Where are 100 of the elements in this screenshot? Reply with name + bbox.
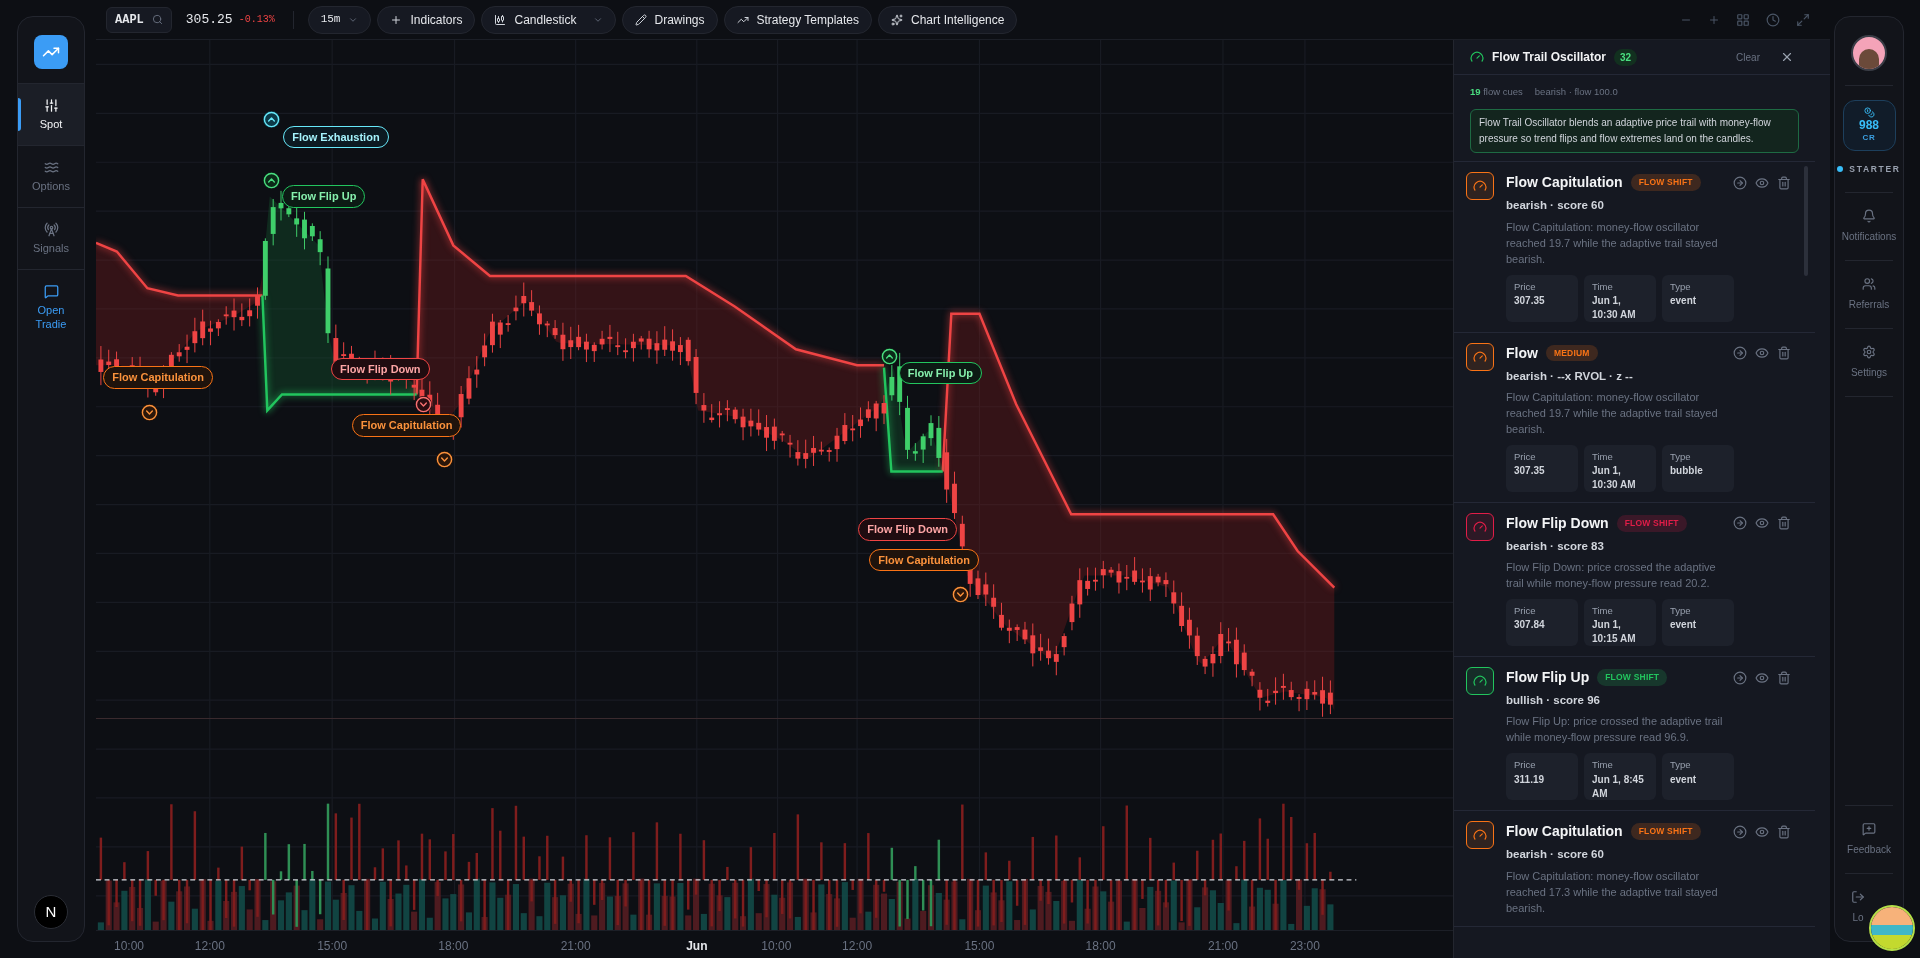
toolbar-icon xyxy=(494,13,507,26)
signal-meta: bearish · score 60 xyxy=(1506,198,1605,214)
gauge-icon xyxy=(1473,828,1487,843)
eye-icon[interactable] xyxy=(1755,516,1769,531)
stat-value: 307.35 xyxy=(1514,464,1546,478)
cue-summary: 19 flow cues xyxy=(1470,85,1523,99)
time-axis-label: 21:00 xyxy=(1207,938,1238,955)
time-axis-label: 15:00 xyxy=(964,938,995,955)
signal-label: Flow Flip Up xyxy=(282,185,366,208)
eye-icon[interactable] xyxy=(1755,670,1769,685)
avatar-badge[interactable]: N xyxy=(34,895,68,929)
stat-value: Jun 1, 10:30 AM xyxy=(1592,293,1637,322)
eye-icon[interactable] xyxy=(1755,346,1769,360)
go-to-icon[interactable] xyxy=(1733,516,1747,531)
signal-tag: MEDIUM xyxy=(1545,344,1598,362)
signal-tag: FLOW SHIFT xyxy=(1616,514,1687,532)
time-axis-label: 21:00 xyxy=(560,938,591,955)
rail-nav-item[interactable]: Notifications xyxy=(1841,208,1897,244)
close-icon[interactable] xyxy=(1780,50,1794,64)
nav-item[interactable]: Open Tradie xyxy=(18,270,84,345)
time-axis-label: 15:00 xyxy=(317,938,348,955)
clear-button[interactable]: Clear xyxy=(1736,49,1760,65)
time-axis-label: 12:00 xyxy=(842,938,873,955)
up-chevron-icon xyxy=(262,172,280,190)
nav-icon xyxy=(1851,890,1865,904)
signal-description: Flow Capitulation: money-flow oscillator reached 19.7 while the adaptive trail stayed bearish. xyxy=(1506,219,1719,267)
go-to-icon[interactable] xyxy=(1733,346,1747,360)
stat-label: Time xyxy=(1592,279,1614,294)
nav-item[interactable]: Signals xyxy=(18,208,84,269)
beach-sticker-drawing xyxy=(1869,905,1915,951)
signal-meta: bearish · score 83 xyxy=(1506,538,1605,554)
rail-nav-item[interactable]: Lo xyxy=(1851,890,1865,925)
grid-icon[interactable] xyxy=(1736,12,1750,27)
eye-icon[interactable] xyxy=(1755,824,1769,839)
rail-nav-item[interactable]: Feedback xyxy=(1847,822,1891,857)
toolbar-icon xyxy=(891,13,904,26)
stat-label: Time xyxy=(1592,604,1614,618)
time-axis-label: 18:00 xyxy=(1085,938,1116,955)
nav-icon xyxy=(43,284,59,299)
signal-meta: bullish · score 96 xyxy=(1506,693,1601,708)
nav-icon xyxy=(1862,208,1876,223)
delete-icon[interactable] xyxy=(1777,670,1791,685)
active-indicator xyxy=(18,98,21,131)
gauge-icon xyxy=(1470,50,1484,64)
symbol-search-field[interactable]: AAPL xyxy=(106,6,172,33)
time-axis-label: 10:00 xyxy=(761,938,792,955)
gauge-icon xyxy=(1473,519,1487,534)
signal-label: Flow Capitulation xyxy=(869,548,979,572)
up-chevron-icon xyxy=(880,348,898,366)
expand-icon[interactable] xyxy=(1796,12,1810,27)
timeframe-dropdown[interactable]: 15m xyxy=(307,5,372,34)
stat-label: Type xyxy=(1670,604,1692,618)
stat-label: Price xyxy=(1514,279,1537,294)
signal-meta: bearish · --x RVOL · z -- xyxy=(1506,368,1634,384)
nav-icon xyxy=(1862,276,1876,291)
go-to-icon[interactable] xyxy=(1733,175,1747,190)
toolbar-button[interactable]: Drawings xyxy=(621,5,718,34)
stat-value: Jun 1, 10:15 AM xyxy=(1592,618,1637,647)
signal-label: Flow Flip Down xyxy=(858,518,957,541)
stat-label: Time xyxy=(1592,758,1614,773)
description-callout: Flow Trail Oscillator blends an adaptive price trail with money-flow pressure so trend flips and flow extremes land on the candles. xyxy=(1470,109,1799,154)
rail-nav-item[interactable]: Settings xyxy=(1850,344,1888,380)
go-to-icon[interactable] xyxy=(1733,670,1747,685)
price-change: -0.13% xyxy=(238,13,275,27)
eye-icon[interactable] xyxy=(1755,175,1769,190)
down-chevron-icon xyxy=(435,450,453,468)
time-axis-label: 10:00 xyxy=(114,938,145,955)
gauge-icon xyxy=(1473,674,1487,688)
stat-label: Type xyxy=(1670,449,1692,464)
stat-label: Price xyxy=(1514,758,1537,773)
nav-icon xyxy=(1862,344,1876,359)
toolbar-button[interactable]: Candlestick xyxy=(481,5,616,34)
toolbar-button[interactable]: Strategy Templates xyxy=(723,5,873,34)
nav-icon xyxy=(1862,822,1876,836)
toolbar-button[interactable]: Chart Intelligence xyxy=(878,5,1018,34)
delete-icon[interactable] xyxy=(1777,346,1791,360)
go-to-icon[interactable] xyxy=(1733,824,1747,839)
time-axis-label: Jun xyxy=(686,938,708,955)
nav-item[interactable]: Options xyxy=(18,146,84,207)
delete-icon[interactable] xyxy=(1777,824,1791,839)
delete-icon[interactable] xyxy=(1777,516,1791,531)
count-badge: 32 xyxy=(1614,48,1638,66)
toolbar-icon xyxy=(390,13,403,26)
signal-title: Flow Flip Down xyxy=(1506,513,1609,533)
nav-icon xyxy=(43,222,59,237)
clock-icon[interactable] xyxy=(1766,12,1780,27)
app-logo[interactable] xyxy=(34,35,68,69)
stat-label: Price xyxy=(1514,604,1537,618)
delete-icon[interactable] xyxy=(1777,175,1791,190)
toolbar-button[interactable]: Indicators xyxy=(377,5,476,34)
avatar[interactable] xyxy=(1851,35,1887,71)
signal-tag: FLOW SHIFT xyxy=(1597,669,1668,686)
gauge-icon xyxy=(1473,179,1487,194)
signal-tag: FLOW SHIFT xyxy=(1630,174,1701,192)
nav-item[interactable]: Spot xyxy=(18,84,84,145)
rail-nav-item[interactable]: Referrals xyxy=(1848,276,1890,312)
up-chevron-icon xyxy=(262,110,280,128)
signal-label: Flow Exhaustion xyxy=(283,125,389,149)
time-axis-label: 18:00 xyxy=(438,938,469,955)
credits-card[interactable]: 988 CR xyxy=(1842,100,1896,151)
